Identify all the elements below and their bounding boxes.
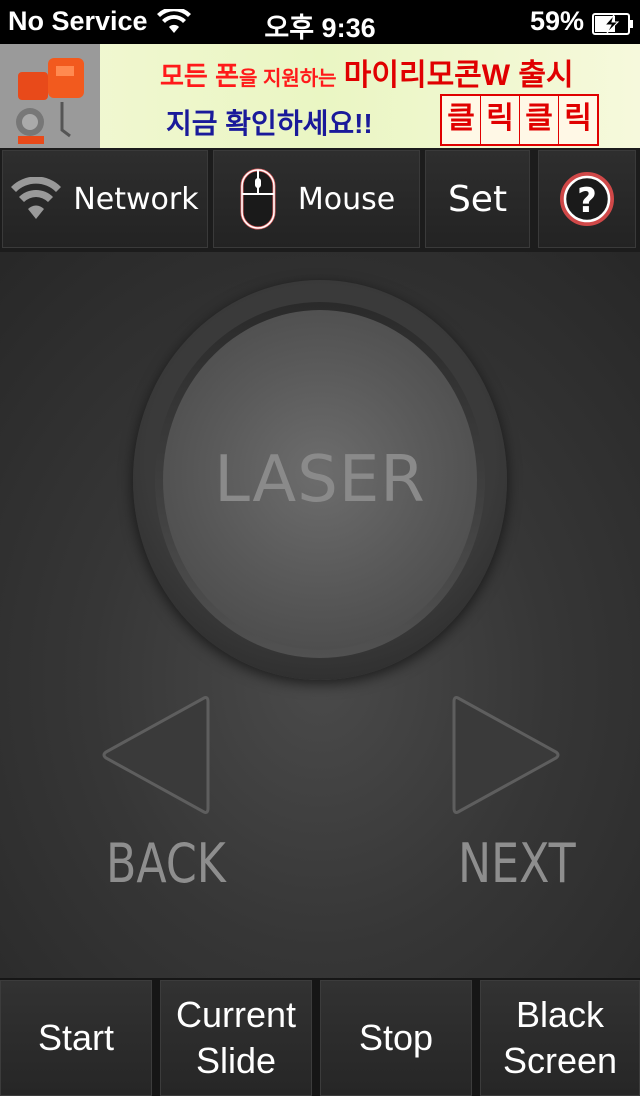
ad-banner[interactable]: 모든 폰을 지원하는 마이리모콘W 출시 지금 확인하세요!! 클 릭 클 릭: [0, 44, 640, 148]
next-button[interactable]: NEXT: [458, 832, 576, 895]
help-button[interactable]: ?: [538, 150, 636, 248]
back-arrow-icon[interactable]: [100, 692, 210, 823]
network-button[interactable]: Network: [2, 150, 208, 248]
app-screen: No Service 오후 9:36 59% 모든 폰을 지원하는 마이리모콘W…: [0, 0, 640, 1096]
back-button[interactable]: BACK: [106, 832, 226, 895]
ad-headline-part1: 모든 폰: [160, 61, 239, 91]
mouse-button[interactable]: Mouse: [213, 150, 420, 248]
current-slide-label: Current Slide: [175, 993, 297, 1081]
wifi-icon: [11, 177, 62, 221]
black-screen-button[interactable]: Black Screen: [480, 980, 640, 1096]
help-icon: ?: [558, 170, 616, 228]
stop-button[interactable]: Stop: [320, 980, 472, 1096]
ad-click-char: 클: [442, 96, 481, 144]
bottom-toolbar: Start Current Slide Stop Black Screen: [0, 978, 640, 1096]
start-label: Start: [37, 1016, 115, 1058]
ad-subline: 지금 확인하세요!!: [166, 108, 373, 139]
current-slide-button[interactable]: Current Slide: [160, 980, 312, 1096]
ad-click-char: 릭: [564, 101, 592, 136]
start-button[interactable]: Start: [0, 980, 152, 1096]
next-arrow-icon[interactable]: [452, 692, 562, 823]
ad-headline: 모든 폰을 지원하는 마이리모콘W 출시: [160, 50, 580, 92]
set-label: Set: [447, 178, 508, 220]
network-label: Network: [73, 181, 199, 217]
ad-product-image: [0, 44, 100, 148]
ad-click-char: 클: [520, 96, 559, 144]
stop-label: Stop: [358, 1016, 434, 1058]
ad-headline-part2: 을 지원하는: [238, 68, 337, 90]
status-bar: No Service 오후 9:36 59%: [0, 0, 640, 44]
ad-click-box[interactable]: 클 릭 클 릭: [440, 94, 599, 146]
set-button[interactable]: Set: [425, 150, 530, 248]
top-toolbar: Network Mouse Set ?: [0, 148, 640, 252]
ad-click-char: 릭: [481, 96, 520, 144]
laser-button[interactable]: LASER: [163, 310, 477, 650]
mouse-icon: [238, 166, 278, 232]
battery-percent: 59%: [530, 6, 585, 36]
laser-label: LASER: [214, 443, 426, 517]
black-screen-label: Black Screen: [502, 993, 618, 1081]
battery-charging-icon: [592, 11, 634, 42]
ad-headline-part3: 마이리모콘W 출시: [343, 59, 574, 92]
mouse-label: Mouse: [297, 181, 396, 217]
help-glyph: ?: [577, 181, 597, 221]
